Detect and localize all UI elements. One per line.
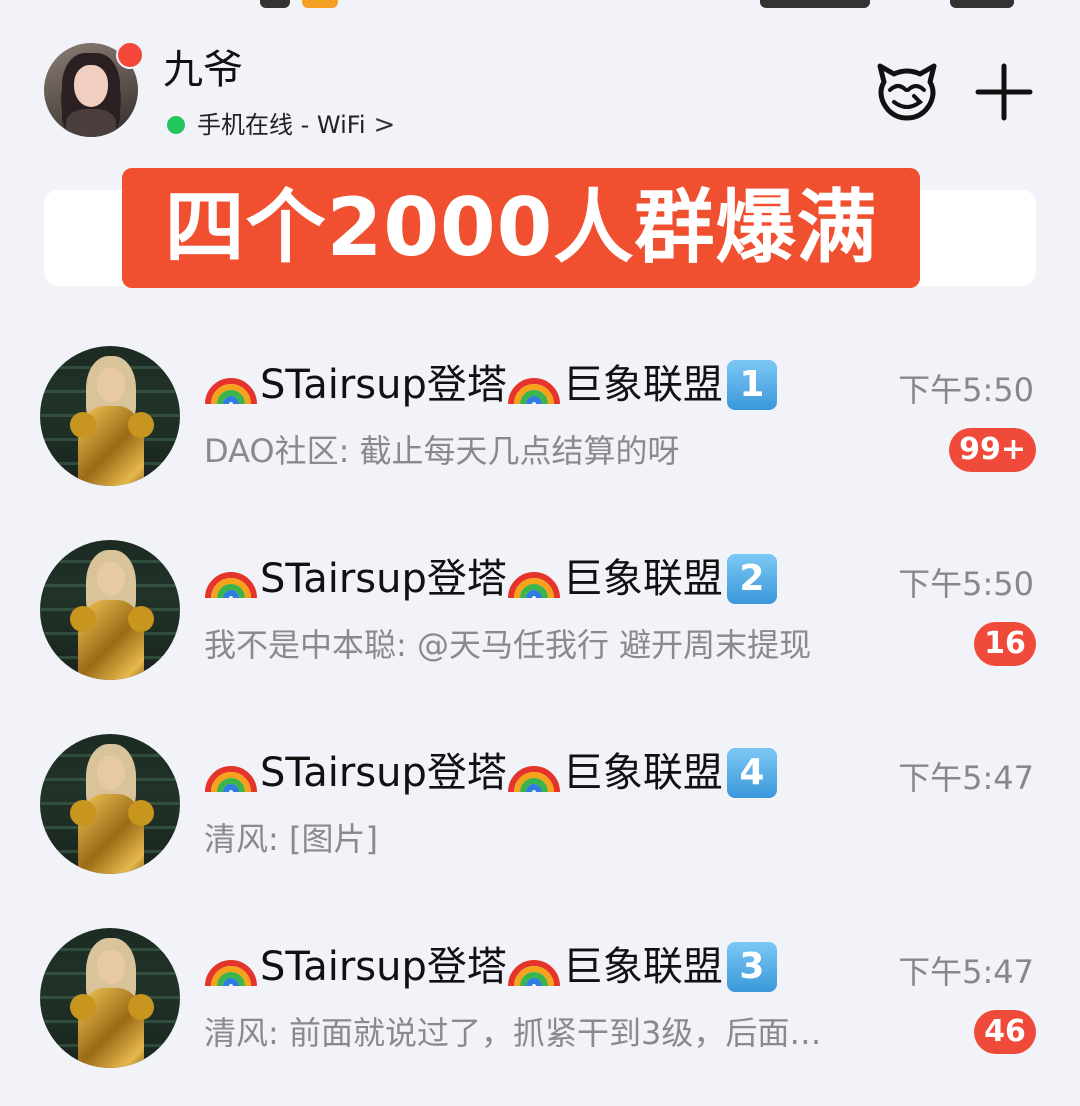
unread-badge: 46: [974, 1010, 1036, 1054]
unread-badge: 99+: [949, 428, 1036, 472]
list-item[interactable]: STairsup登塔 巨象联盟 1 下午5:50 DAO社区: 截止每天几点结算…: [0, 330, 1080, 524]
rainbow-icon: [205, 960, 257, 987]
list-item[interactable]: STairsup登塔 巨象联盟 4 下午5:47 清风: [图片]: [0, 718, 1080, 912]
rainbow-icon: [205, 378, 257, 405]
list-item[interactable]: STairsup登塔 巨象联盟 2 下午5:50 我不是中本聪: @天马任我行 …: [0, 524, 1080, 718]
avatar-shoulder: [70, 800, 96, 826]
message-preview: 清风: [图片]: [204, 820, 378, 858]
unread-badge: 16: [974, 622, 1036, 666]
status-icon: [260, 0, 290, 8]
conversation-title: STairsup登塔 巨象联盟 4: [204, 748, 777, 798]
rainbow-icon: [507, 960, 560, 987]
online-dot-icon: [167, 116, 185, 134]
online-status-text: 手机在线 - WiFi: [197, 111, 366, 139]
message-preview: 我不是中本聪: @天马任我行 避开周末提现: [204, 626, 812, 664]
rainbow-icon: [507, 572, 560, 599]
mascot-icon[interactable]: [876, 60, 938, 122]
title-text: STairsup登塔: [260, 750, 507, 796]
avatar-shoulder: [70, 994, 96, 1020]
message-preview: DAO社区: 截止每天几点结算的呀: [204, 432, 680, 470]
number-keycap: 4: [726, 748, 777, 798]
group-avatar: [40, 928, 180, 1068]
title-text: STairsup登塔: [260, 362, 507, 408]
title-text: STairsup登塔: [260, 556, 507, 602]
group-avatar: [40, 734, 180, 874]
avatar-face: [97, 756, 125, 790]
plus-icon[interactable]: [974, 62, 1034, 122]
status-icon: [302, 0, 338, 8]
title-tail: 巨象联盟: [562, 750, 723, 796]
notification-dot: [116, 41, 144, 69]
signal-icon: [760, 0, 870, 8]
battery-icon: [950, 0, 1014, 8]
avatar-face: [74, 65, 108, 107]
rainbow-icon: [205, 766, 257, 793]
number-keycap: 2: [726, 554, 777, 604]
status-bar: [0, 0, 1080, 12]
username[interactable]: 九爷: [163, 46, 243, 94]
title-tail: 巨象联盟: [562, 944, 723, 990]
group-avatar: [40, 346, 180, 486]
conversation-title: STairsup登塔 巨象联盟 3: [204, 942, 777, 992]
timestamp: 下午5:50: [898, 565, 1034, 603]
avatar-face: [97, 950, 125, 984]
number-keycap: 1: [726, 360, 777, 410]
title-tail: 巨象联盟: [562, 362, 723, 408]
avatar-shoulder: [128, 606, 154, 632]
timestamp: 下午5:47: [898, 953, 1034, 991]
chevron-right-icon: >: [373, 110, 396, 140]
group-avatar: [40, 540, 180, 680]
rainbow-icon: [507, 378, 560, 405]
timestamp: 下午5:50: [898, 371, 1034, 409]
number-keycap: 3: [726, 942, 777, 992]
avatar-shoulder: [70, 412, 96, 438]
avatar-face: [97, 368, 125, 402]
title-text: STairsup登塔: [260, 944, 507, 990]
rainbow-icon: [507, 766, 560, 793]
conversation-title: STairsup登塔 巨象联盟 2: [204, 554, 777, 604]
conversation-title: STairsup登塔 巨象联盟 1: [204, 360, 777, 410]
header: 九爷 手机在线 - WiFi >: [0, 30, 1080, 150]
timestamp: 下午5:47: [898, 759, 1034, 797]
online-status[interactable]: 手机在线 - WiFi >: [167, 110, 395, 140]
overlay-banner: 四个2000人群爆满: [122, 168, 920, 288]
avatar-shoulder: [128, 800, 154, 826]
avatar-shoulder: [70, 606, 96, 632]
list-item[interactable]: STairsup登塔 巨象联盟 3 下午5:47 清风: 前面就说过了，抓紧干到…: [0, 912, 1080, 1106]
avatar-body: [66, 109, 116, 137]
title-tail: 巨象联盟: [562, 556, 723, 602]
rainbow-icon: [205, 572, 257, 599]
avatar-shoulder: [128, 412, 154, 438]
avatar-shoulder: [128, 994, 154, 1020]
avatar-face: [97, 562, 125, 596]
message-preview: 清风: 前面就说过了，抓紧干到3级，后面…: [204, 1014, 822, 1052]
